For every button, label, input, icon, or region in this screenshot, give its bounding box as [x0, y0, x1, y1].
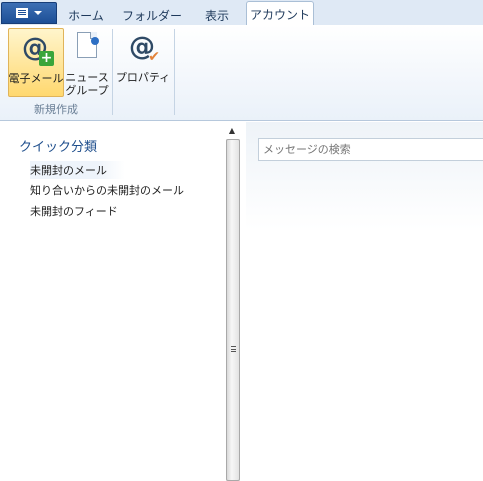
new-newsgroup-button[interactable]: ニュース グループ	[64, 28, 110, 97]
new-email-label: 電子メール	[8, 72, 64, 85]
newsgroup-label-line1: ニュース	[65, 71, 109, 84]
at-plus-icon: @ +	[22, 33, 54, 66]
tab-home[interactable]: ホーム	[60, 4, 112, 26]
ribbon-separator	[174, 29, 175, 115]
properties-label: プロパティ	[115, 71, 171, 84]
folder-pane: クイック分類 未開封のメール 知り合いからの未開封のメール 未開封のフィード	[0, 122, 222, 481]
at-check-icon: @ ✔	[129, 32, 160, 65]
dropdown-arrow-icon	[34, 11, 42, 15]
message-search-input[interactable]	[258, 138, 483, 161]
sidebar-item-unread-mail[interactable]: 未開封のメール	[30, 161, 125, 179]
new-email-button[interactable]: @ + 電子メール	[8, 28, 64, 97]
ribbon-panel: @ + 電子メール ニュース グループ @ ✔ プロパティ 新規作成	[0, 25, 483, 121]
document-list-icon	[16, 8, 28, 18]
tab-view[interactable]: 表示	[192, 4, 242, 26]
properties-button[interactable]: @ ✔ プロパティ	[116, 28, 170, 97]
tab-account[interactable]: アカウント	[246, 1, 314, 27]
file-menu-button[interactable]	[1, 2, 57, 24]
ribbon-separator	[112, 29, 113, 115]
scrollbar-thumb[interactable]	[226, 139, 240, 481]
sidebar-item-unread-feeds[interactable]: 未開封のフィード	[30, 203, 118, 219]
document-pin-icon	[71, 32, 103, 64]
scroll-up-arrow-icon[interactable]: ▲	[226, 126, 238, 136]
ribbon-group-label: 新規作成	[34, 103, 78, 116]
newsgroup-label-line2: グループ	[65, 84, 109, 97]
grip-icon	[231, 346, 236, 352]
tab-folder[interactable]: フォルダー	[116, 4, 188, 26]
ribbon-tab-bar: ホーム フォルダー 表示 アカウント	[0, 0, 483, 27]
sidebar-item-unread-from-contacts[interactable]: 知り合いからの未開封のメール	[30, 182, 184, 198]
message-list-pane	[246, 122, 483, 481]
quick-views-title[interactable]: クイック分類	[19, 136, 97, 155]
